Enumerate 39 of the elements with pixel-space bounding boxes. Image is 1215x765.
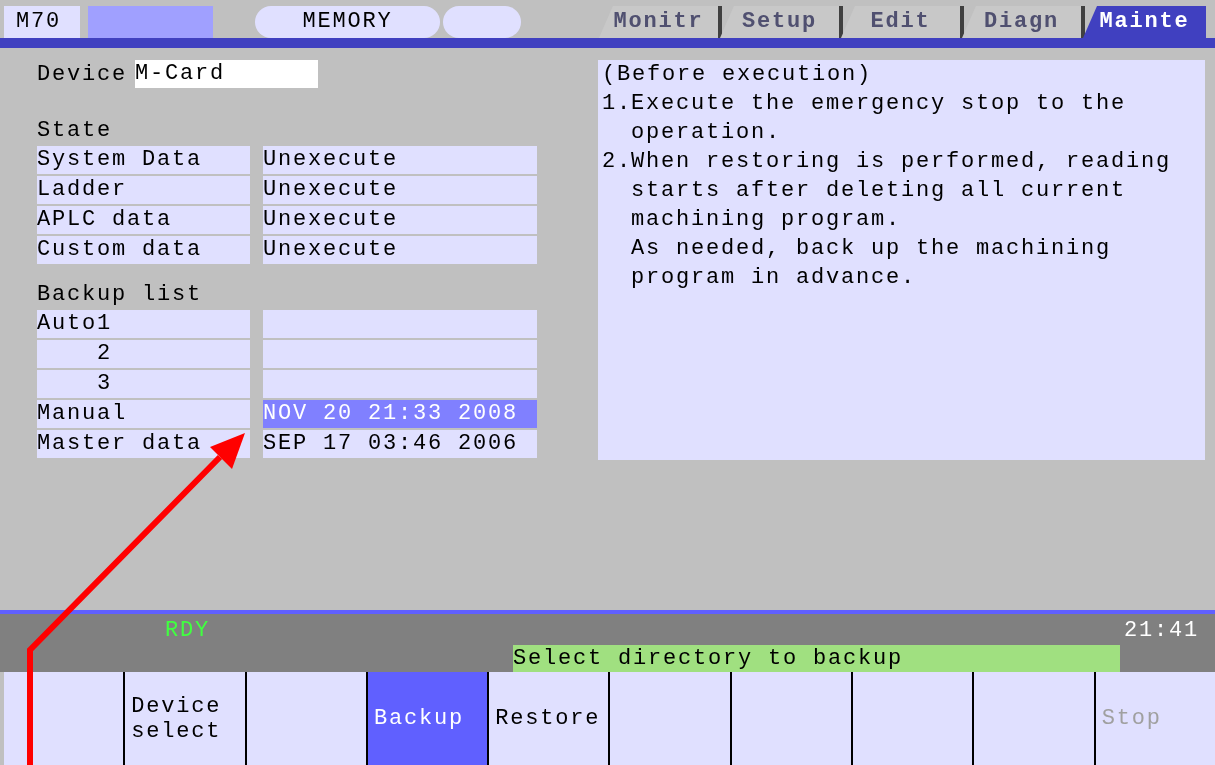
table-cell: Auto1 [37, 310, 250, 338]
table-cell: Unexecute [263, 176, 537, 204]
machine-model: M70 [4, 6, 80, 38]
table-cell[interactable] [263, 310, 537, 338]
screen-tab[interactable]: Diagn [962, 6, 1085, 38]
table-cell: Manual [37, 400, 250, 428]
table-cell[interactable]: SEP 17 03:46 2006 [263, 430, 537, 458]
table-cell[interactable] [263, 340, 537, 368]
table-cell: Master data [37, 430, 250, 458]
table-cell: 3 [37, 370, 250, 398]
table-cell[interactable] [263, 370, 537, 398]
table-cell: Unexecute [263, 146, 537, 174]
device-field[interactable]: M-Card [135, 60, 318, 88]
note-text: 2.When restoring is performed, reading starts after deleting all current machining program. As needed, back up the machining program in advance. [602, 148, 1173, 292]
table-cell: Unexecute [263, 206, 537, 234]
device-label: Device [37, 61, 127, 87]
screen-tab[interactable]: Edit [841, 6, 964, 38]
operation-mode: MEMORY [255, 6, 440, 38]
table-cell: Unexecute [263, 236, 537, 264]
screen-tab[interactable]: Monitr [599, 6, 722, 38]
screen-tab[interactable]: Mainte [1083, 6, 1206, 38]
clock-time: 21:41 [1124, 618, 1199, 643]
ready-status: RDY [165, 618, 210, 643]
table-cell[interactable]: NOV 20 21:33 2008 [263, 400, 537, 428]
soft-key[interactable] [4, 672, 124, 765]
table-cell: 2 [37, 340, 250, 368]
table-cell: Custom data [37, 236, 250, 264]
soft-key[interactable]: Backup [367, 672, 488, 765]
soft-key[interactable]: Restore [489, 672, 609, 765]
notes-heading: (Before execution) [602, 61, 874, 89]
table-cell: APLC data [37, 206, 250, 234]
table-cell: System Data [37, 146, 250, 174]
note-text: 1.Execute the emergency stop to the operation. [602, 90, 1128, 147]
message-bar: Select directory to backup [513, 645, 1120, 672]
section-title: State [37, 117, 113, 145]
screen-tab[interactable]: Setup [720, 6, 843, 38]
section-title: Backup list [37, 281, 204, 309]
table-cell: Ladder [37, 176, 250, 204]
soft-key[interactable]: Device select [125, 672, 245, 765]
